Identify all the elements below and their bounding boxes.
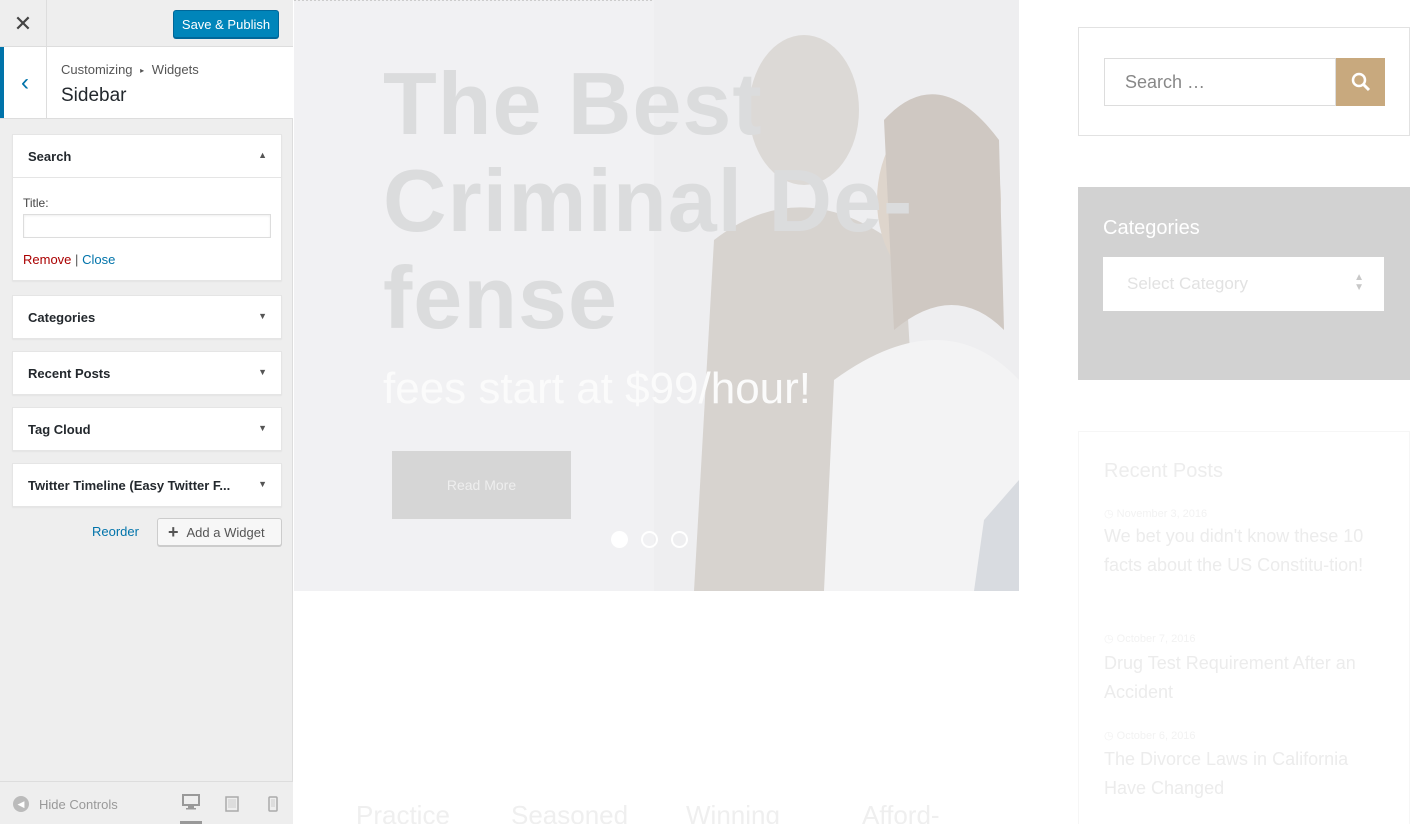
site-preview: The Best Criminal De-fense fees start at… — [294, 0, 1411, 824]
save-publish-button[interactable]: Save & Publish — [173, 10, 279, 38]
breadcrumb: Customizing ▸ Widgets — [61, 62, 199, 77]
breadcrumb-widgets: Widgets — [151, 62, 199, 77]
expand-arrow-icon[interactable]: ▼ — [258, 479, 267, 489]
category-select[interactable]: Select Category ▲ ▼ — [1103, 257, 1384, 311]
sidebar-categories-widget: Categories Select Category ▲ ▼ — [1078, 187, 1410, 380]
reorder-link[interactable]: Reorder — [92, 524, 139, 539]
section-title: Sidebar — [61, 85, 127, 106]
widget-recent-posts-header[interactable]: Recent Posts ▼ — [13, 352, 281, 394]
widget-title: Recent Posts — [28, 365, 111, 381]
chevron-left-icon: ‹ — [21, 68, 29, 96]
tablet-icon — [225, 796, 239, 812]
collapse-circle-icon: ◀ — [13, 796, 29, 812]
sidebar-recent-posts-widget: Recent Posts ◷ November 3, 2016 We bet y… — [1078, 431, 1410, 824]
slider-dot-3[interactable] — [671, 531, 688, 548]
widget-title: Twitter Timeline (Easy Twitter F... — [28, 477, 231, 493]
preview-desktop-button[interactable] — [180, 794, 202, 824]
customizer-panel: ✕ Save & Publish ‹ Customizing ▸ Widgets… — [0, 0, 293, 824]
remove-widget-link[interactable]: Remove — [23, 252, 71, 267]
collapse-arrow-icon[interactable]: ▲ — [258, 150, 267, 160]
expand-arrow-icon[interactable]: ▼ — [258, 367, 267, 377]
post-date: ◷ October 7, 2016 — [1104, 633, 1196, 645]
post-title-link[interactable]: The Divorce Laws in California Have Chan… — [1104, 745, 1394, 803]
sidebar-search-widget: Search … — [1078, 27, 1410, 136]
preview-tablet-button[interactable] — [222, 794, 242, 814]
post-date-text: October 6, 2016 — [1116, 730, 1196, 742]
title-field-label: Title: — [23, 196, 49, 210]
breadcrumb-customizing: Customizing — [61, 62, 133, 77]
widget-search: Search ▲ Title: Remove | Close — [12, 134, 282, 281]
close-widget-link[interactable]: Close — [82, 252, 115, 267]
hero-slider: The Best Criminal De-fense fees start at… — [294, 0, 1019, 591]
read-more-button[interactable]: Read More — [392, 451, 571, 519]
widget-tag-cloud-header[interactable]: Tag Cloud ▼ — [13, 408, 281, 450]
widget-actions: Remove | Close — [23, 252, 271, 267]
sidebar-search-button[interactable] — [1336, 58, 1385, 106]
widget-title: Tag Cloud — [28, 421, 91, 437]
desktop-icon — [182, 794, 200, 810]
add-widget-button[interactable]: + Add a Widget — [157, 518, 282, 546]
widget-categories[interactable]: Categories ▼ — [12, 295, 282, 339]
hero-subtitle: fees start at $99/hour! — [383, 364, 812, 413]
preview-mobile-button[interactable] — [263, 794, 283, 814]
category-select-value: Select Category — [1127, 274, 1248, 293]
customizer-footer: ◀ Hide Controls — [0, 781, 293, 824]
post-date-text: October 7, 2016 — [1116, 633, 1196, 645]
post-date: ◷ October 6, 2016 — [1104, 730, 1196, 742]
widget-tag-cloud[interactable]: Tag Cloud ▼ — [12, 407, 282, 451]
select-updown-icon: ▲ ▼ — [1354, 272, 1364, 293]
widget-twitter-timeline[interactable]: Twitter Timeline (Easy Twitter F... ▼ — [12, 463, 282, 507]
widget-search-body: Title: Remove | Close — [13, 177, 281, 280]
widget-recent-posts[interactable]: Recent Posts ▼ — [12, 351, 282, 395]
feature-heading: Afford- — [862, 800, 940, 824]
widget-categories-header[interactable]: Categories ▼ — [13, 296, 281, 338]
post-date: ◷ November 3, 2016 — [1104, 508, 1208, 520]
feature-heading: Practice — [356, 800, 450, 824]
post-title-link[interactable]: We bet you didn't know these 10 facts ab… — [1104, 522, 1394, 580]
close-customizer-button[interactable]: ✕ — [0, 0, 47, 47]
post-date-text: November 3, 2016 — [1116, 508, 1208, 520]
widget-title: Categories — [28, 309, 96, 325]
widget-twitter-timeline-header[interactable]: Twitter Timeline (Easy Twitter F... ▼ — [13, 464, 281, 506]
feature-heading: Seasoned — [511, 800, 629, 824]
plus-icon: + — [168, 521, 179, 542]
hide-controls-label: Hide Controls — [39, 796, 118, 812]
slider-dots — [611, 531, 688, 548]
sidebar-search-input[interactable]: Search … — [1104, 58, 1336, 106]
categories-title: Categories — [1103, 217, 1200, 239]
search-icon — [1351, 72, 1370, 92]
hide-controls-button[interactable]: ◀ Hide Controls — [13, 796, 118, 812]
post-title-link[interactable]: Drug Test Requirement After an Accident — [1104, 649, 1394, 707]
back-button[interactable]: ‹ — [0, 47, 47, 118]
feature-heading: Winning — [686, 800, 780, 824]
recent-posts-title: Recent Posts — [1104, 460, 1223, 482]
section-header: ‹ Customizing ▸ Widgets Sidebar — [0, 47, 293, 119]
widget-title: Search — [28, 148, 72, 164]
expand-arrow-icon[interactable]: ▼ — [258, 423, 267, 433]
customizer-header: ✕ Save & Publish — [0, 0, 293, 47]
add-widget-label: Add a Widget — [186, 524, 265, 540]
slider-dot-1[interactable] — [611, 531, 628, 548]
close-icon: ✕ — [13, 10, 33, 36]
breadcrumb-arrow-icon: ▸ — [140, 66, 145, 76]
hero-title: The Best Criminal De-fense — [383, 54, 914, 347]
slider-dot-2[interactable] — [641, 531, 658, 548]
title-input[interactable] — [23, 214, 271, 238]
mobile-icon — [268, 796, 278, 812]
widget-search-header[interactable]: Search ▲ — [13, 135, 281, 177]
expand-arrow-icon[interactable]: ▼ — [258, 311, 267, 321]
actions-separator: | — [75, 252, 79, 267]
